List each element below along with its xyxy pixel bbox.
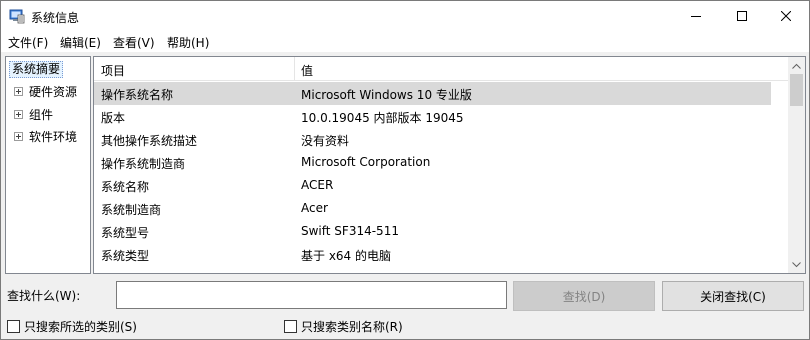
row-item: 版本 (101, 111, 126, 125)
tree-item-software-environment[interactable]: 软件环境 (14, 128, 77, 145)
expand-icon[interactable] (14, 87, 23, 96)
tree-item-system-summary[interactable]: 系统摘要 (9, 61, 64, 78)
menu-view[interactable]: 查看(V) (113, 34, 155, 51)
title-bar[interactable]: 系统信息 (1, 1, 809, 31)
column-header-value[interactable]: 值 (301, 62, 313, 79)
menu-file[interactable]: 文件(F) (8, 34, 48, 51)
expand-icon[interactable] (14, 110, 23, 119)
table-row[interactable]: 版本 10.0.19045 内部版本 19045 (94, 105, 771, 128)
column-separator[interactable] (294, 57, 295, 81)
minimize-button[interactable] (673, 1, 719, 31)
row-item: 操作系统制造商 (101, 157, 186, 171)
menu-bar: 文件(F) 编辑(E) 查看(V) 帮助(H) (1, 31, 809, 52)
row-value: Swift SF314-511 (301, 224, 399, 238)
list-header: 项目 值 (94, 57, 788, 81)
scroll-thumb[interactable] (790, 74, 803, 106)
tree-item-label: 软件环境 (29, 130, 78, 144)
table-row[interactable]: 系统类型 基于 x64 的电脑 (94, 243, 771, 266)
row-value: ACER (301, 178, 334, 192)
row-value: Acer (301, 201, 328, 215)
menu-help[interactable]: 帮助(H) (167, 34, 209, 51)
window-title: 系统信息 (31, 11, 80, 25)
tree-item-label: 组件 (29, 108, 54, 122)
close-find-button[interactable]: 关闭查找(C) (662, 281, 804, 311)
system-info-window: 系统信息 文件(F) 编辑(E) 查看(V) 帮助(H) 系统摘要 硬件资源 组… (0, 0, 810, 340)
find-what-label: 查找什么(W): (7, 289, 81, 303)
expand-icon[interactable] (14, 132, 23, 141)
table-row[interactable]: 系统名称 ACER (94, 174, 771, 197)
table-row[interactable]: 系统型号 Swift SF314-511 (94, 220, 771, 243)
search-category-names-checkbox[interactable]: 只搜索类别名称(R) (284, 318, 403, 335)
table-row[interactable]: 操作系统名称 Microsoft Windows 10 专业版 (94, 82, 771, 105)
scroll-up-arrow[interactable] (788, 57, 805, 74)
row-item: 系统制造商 (101, 203, 162, 217)
row-item: 操作系统名称 (101, 88, 174, 102)
chevron-down-icon (792, 261, 801, 267)
tree-item-components[interactable]: 组件 (14, 106, 53, 123)
row-value: Microsoft Corporation (301, 155, 431, 169)
checkbox-box[interactable] (7, 320, 20, 333)
checkbox-label: 只搜索类别名称(R) (301, 320, 403, 334)
row-value: Microsoft Windows 10 专业版 (301, 88, 472, 102)
find-button[interactable]: 查找(D) (513, 281, 655, 311)
category-tree[interactable]: 系统摘要 硬件资源 组件 软件环境 (5, 56, 91, 274)
menu-edit[interactable]: 编辑(E) (60, 34, 101, 51)
maximize-icon (737, 11, 747, 21)
table-row[interactable]: 操作系统制造商 Microsoft Corporation (94, 151, 771, 174)
row-item: 系统型号 (101, 226, 150, 240)
column-header-item[interactable]: 项目 (101, 62, 125, 79)
close-icon (781, 11, 791, 21)
tree-item-hardware-resources[interactable]: 硬件资源 (14, 83, 77, 100)
row-item: 其他操作系统描述 (101, 134, 198, 148)
close-button[interactable] (763, 1, 809, 31)
system-info-app-icon (9, 9, 25, 24)
table-row[interactable]: 其他操作系统描述 没有资料 (94, 128, 771, 151)
find-what-input[interactable] (116, 281, 507, 309)
details-list[interactable]: 项目 值 操作系统名称 Microsoft Windows 10 专业版 版本 … (93, 56, 806, 274)
checkbox-box[interactable] (284, 320, 297, 333)
maximize-button[interactable] (719, 1, 765, 31)
table-row[interactable]: 系统制造商 Acer (94, 197, 771, 220)
scroll-down-arrow[interactable] (788, 256, 805, 273)
row-value: 10.0.19045 内部版本 19045 (301, 111, 464, 125)
row-item: 系统类型 (101, 249, 150, 263)
row-value: 没有资料 (301, 134, 350, 148)
minimize-icon (691, 16, 701, 17)
checkbox-label: 只搜索所选的类别(S) (24, 320, 137, 334)
chevron-up-icon (792, 63, 801, 69)
row-item: 系统名称 (101, 180, 150, 194)
row-value: 基于 x64 的电脑 (301, 249, 392, 263)
tree-item-label: 硬件资源 (29, 85, 78, 99)
vertical-scrollbar[interactable] (788, 57, 805, 273)
search-selected-category-checkbox[interactable]: 只搜索所选的类别(S) (7, 318, 137, 335)
